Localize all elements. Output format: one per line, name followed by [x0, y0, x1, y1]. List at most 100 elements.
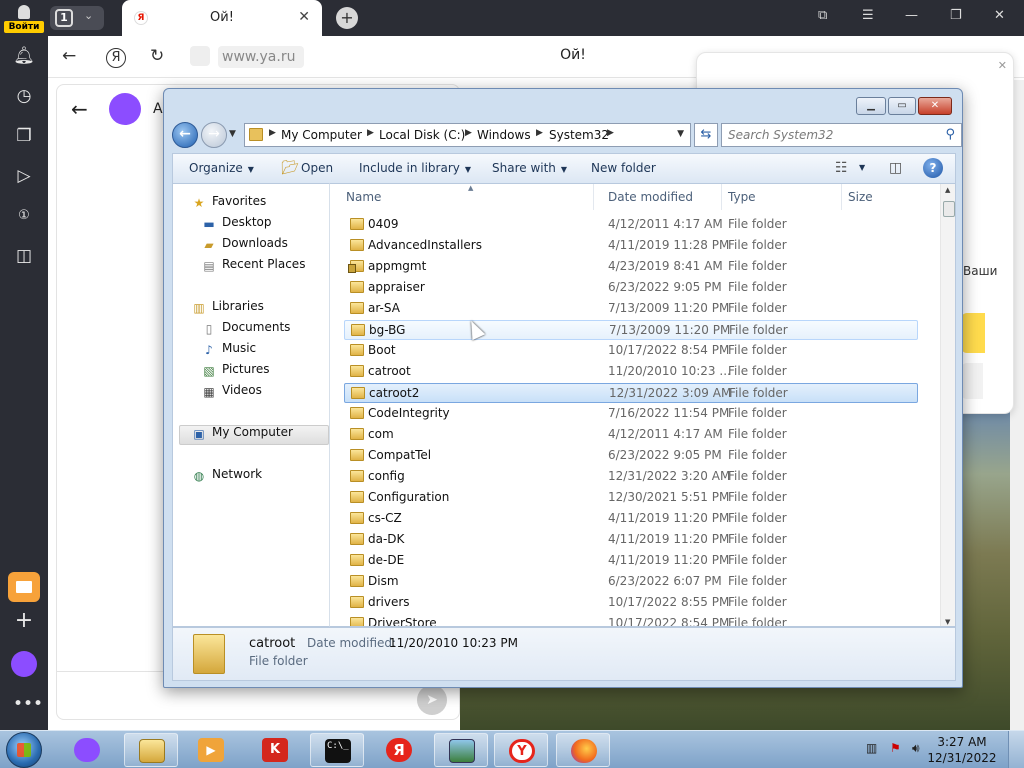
taskbar-explorer[interactable] [124, 733, 178, 767]
breadcrumb-arrow-icon[interactable]: ▶ [269, 128, 276, 138]
mail-icon[interactable] [8, 572, 40, 602]
nav-libraries[interactable]: ▥ Libraries [191, 299, 264, 315]
table-row[interactable]: cs-CZ 4/11/2019 11:20 PM File folder [344, 509, 918, 529]
help-button[interactable]: ? [923, 158, 943, 178]
preview-pane-icon[interactable]: ◫ [889, 160, 902, 176]
breadcrumb-local-disk[interactable]: Local Disk (C:) [379, 128, 465, 142]
breadcrumb-arrow-icon[interactable]: ▶ [367, 128, 374, 138]
send-button[interactable]: ➤ [417, 685, 447, 715]
taskbar-alice[interactable] [64, 733, 112, 767]
restore-icon[interactable]: ❐ [950, 8, 962, 23]
refresh-button[interactable]: ⇆ [694, 123, 718, 147]
nav-downloads[interactable]: ▰ Downloads [201, 236, 288, 252]
address-bar[interactable]: ▶ My Computer ▶ Local Disk (C:) ▶ Window… [244, 123, 691, 147]
table-row[interactable]: 0409 4/12/2011 4:17 AM File folder [344, 215, 918, 235]
taskbar-command-prompt[interactable]: C:\_ [310, 733, 364, 767]
table-row[interactable]: Dism 6/23/2022 6:07 PM File folder [344, 572, 918, 592]
table-row[interactable]: ar-SA 7/13/2009 11:20 PM File folder [344, 299, 918, 319]
organize-menu[interactable]: Organize ▼ [189, 161, 254, 175]
breadcrumb-arrow-icon[interactable]: ▶ [607, 128, 614, 138]
table-row[interactable]: drivers 10/17/2022 8:55 PM File folder [344, 593, 918, 613]
more-icon[interactable]: ••• [13, 693, 43, 715]
minimize-button[interactable]: ▁ [856, 97, 886, 115]
table-row[interactable]: Configuration 12/30/2021 5:51 PM File fold… [344, 488, 918, 508]
close-icon[interactable]: ✕ [998, 59, 1007, 72]
plus-icon[interactable]: + [13, 610, 35, 632]
camera-icon[interactable]: ◫ [13, 245, 35, 267]
breadcrumb-my-computer[interactable]: My Computer [281, 128, 362, 142]
nav-documents[interactable]: ▯ Documents [201, 320, 291, 336]
search-box[interactable]: ⚲ [721, 123, 962, 147]
nav-my-computer[interactable]: ▣ My Computer [191, 425, 293, 441]
search-icon[interactable]: ⚲ [945, 127, 955, 142]
volume-icon[interactable]: 🔊︎ [912, 741, 920, 756]
close-button[interactable]: ✕ [918, 97, 952, 115]
view-options-icon[interactable]: ☷ [835, 160, 848, 176]
vertical-scrollbar[interactable]: ▲ ▼ [940, 184, 955, 626]
taskbar-yandex-browser[interactable]: Y [494, 733, 548, 767]
menu-icon[interactable]: ☰ [862, 8, 874, 23]
taskbar-media-player[interactable]: ▶ [184, 733, 238, 767]
table-row[interactable]: CodeIntegrity 7/16/2022 11:54 PM File fold… [344, 404, 918, 424]
breadcrumb-arrow-icon[interactable]: ▶ [536, 128, 543, 138]
table-row[interactable]: de-DE 4/11/2019 11:20 PM File folder [344, 551, 918, 571]
popup-secondary-button[interactable] [961, 363, 983, 399]
nav-favorites[interactable]: ★ Favorites [191, 194, 267, 210]
maximize-button[interactable]: ▭ [888, 97, 916, 115]
table-row[interactable]: AdvancedInstallers 4/11/2019 11:28 PM File… [344, 236, 918, 256]
taskbar-kaspersky[interactable]: K [248, 733, 302, 767]
back-button[interactable]: ← [172, 122, 198, 148]
tab-counter-button[interactable]: 1 ⌄ [50, 6, 104, 30]
table-row[interactable]: Boot 10/17/2022 8:54 PM File folder [344, 341, 918, 361]
nav-desktop[interactable]: ▬ Desktop [201, 215, 271, 231]
column-header-date[interactable]: Date modified [602, 184, 722, 210]
alice-icon[interactable] [11, 651, 37, 677]
table-row[interactable]: bg-BG 7/13/2009 11:20 PM File folder [344, 320, 918, 340]
taskbar-firefox[interactable] [556, 733, 610, 767]
new-tab-button[interactable]: + [336, 7, 358, 29]
breadcrumb-system32[interactable]: System32 [549, 128, 609, 142]
action-center-icon[interactable]: ⚑ [890, 741, 901, 755]
recent-pages-dropdown-icon[interactable]: ▼ [229, 129, 236, 139]
table-row[interactable]: catroot2 12/31/2022 3:09 AM File folder [344, 383, 918, 403]
show-desktop-button[interactable] [1008, 731, 1024, 768]
clock[interactable]: 3:27 AM 12/31/2022 [926, 734, 998, 766]
breadcrumb-windows[interactable]: Windows [477, 128, 531, 142]
table-row[interactable]: appmgmt 4/23/2019 8:41 AM File folder [344, 257, 918, 277]
address-dropdown-icon[interactable]: ▼ [677, 129, 684, 139]
open-button[interactable]: Open [301, 161, 333, 175]
table-row[interactable]: CompatTel 6/23/2022 9:05 PM File folder [344, 446, 918, 466]
one-icon[interactable]: ① [13, 205, 35, 227]
table-row[interactable]: config 12/31/2022 3:20 AM File folder [344, 467, 918, 487]
table-row[interactable]: com 4/12/2011 4:17 AM File folder [344, 425, 918, 445]
table-row[interactable]: DriverStore 10/17/2022 8:54 PM File folder [344, 614, 918, 626]
nav-recent-places[interactable]: ▤ Recent Places [201, 257, 305, 273]
new-folder-button[interactable]: New folder [591, 161, 656, 175]
nav-music[interactable]: ♪ Music [201, 341, 256, 357]
close-window-icon[interactable]: ✕ [994, 8, 1005, 23]
play-icon[interactable]: ▷ [13, 165, 35, 187]
browser-tab[interactable]: Я Ой! ✕ [122, 0, 322, 36]
start-button[interactable] [6, 732, 42, 768]
minimize-icon[interactable]: — [905, 8, 918, 23]
bookmarks-icon[interactable]: ⧉ [818, 8, 827, 23]
popup-primary-button[interactable] [961, 313, 985, 353]
column-header-name[interactable]: Name [340, 184, 594, 210]
back-arrow-icon[interactable]: ← [71, 97, 88, 121]
share-with-menu[interactable]: Share with ▼ [492, 161, 567, 175]
bell-icon[interactable]: 🔔︎ [13, 45, 35, 67]
scrollbar-thumb[interactable] [943, 201, 955, 217]
login-button[interactable]: Войти [4, 4, 44, 33]
taskbar-yandex[interactable]: Я [372, 733, 426, 767]
scroll-down-icon[interactable]: ▼ [945, 618, 950, 626]
history-icon[interactable]: ◷ [13, 85, 35, 107]
table-row[interactable]: appraiser 6/23/2022 9:05 PM File folder [344, 278, 918, 298]
include-in-library-menu[interactable]: Include in library ▼ [359, 161, 471, 175]
forward-button[interactable]: → [201, 122, 227, 148]
nav-pictures[interactable]: ▧ Pictures [201, 362, 269, 378]
search-input[interactable] [728, 127, 928, 143]
column-header-size[interactable]: Size [842, 184, 938, 210]
taskbar-photos[interactable] [434, 733, 488, 767]
view-dropdown-icon[interactable]: ▼ [859, 163, 865, 172]
collections-icon[interactable]: ❐ [13, 125, 35, 147]
